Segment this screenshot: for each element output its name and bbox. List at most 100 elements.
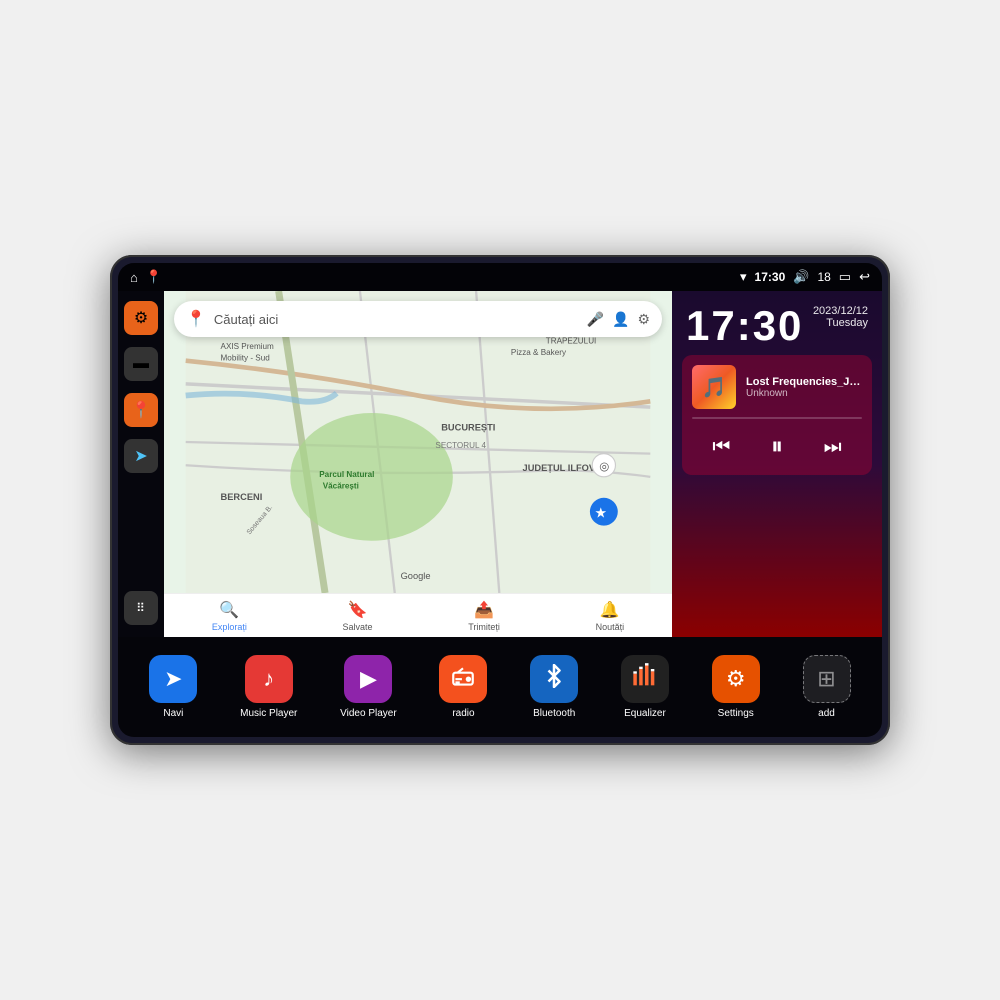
svg-text:◎: ◎ xyxy=(599,460,609,473)
contribute-label: Trimiteți xyxy=(468,622,500,632)
clock-date: 2023/12/12 xyxy=(813,305,868,317)
wifi-icon: ▾ xyxy=(740,269,747,285)
app-dock: ➤ Navi ♪ Music Player ▶ Video Player xyxy=(118,637,882,737)
music-player-label: Music Player xyxy=(240,708,297,719)
music-player-widget: 🎵 Lost Frequencies_Janie... Unknown ⏮ ⏸ … xyxy=(682,355,872,475)
svg-text:JUDEȚUL ILFOV: JUDEȚUL ILFOV xyxy=(523,463,596,473)
music-controls: ⏮ ⏸ ⏭ xyxy=(692,429,862,465)
app-bluetooth[interactable]: Bluetooth xyxy=(530,655,578,719)
navigation-icon: ➤ xyxy=(134,446,147,466)
car-head-unit: ⌂ 📍 ▾ 17:30 🔊 18 ▭ ↩ ⚙ ▬ 📍 xyxy=(110,255,890,745)
map-container[interactable]: 📍 Căutați aici 🎤 👤 ⚙ xyxy=(164,291,672,593)
music-info: Lost Frequencies_Janie... Unknown xyxy=(746,376,862,399)
map-search-icons: 🎤 👤 ⚙ xyxy=(587,311,650,328)
app-radio[interactable]: radio xyxy=(439,655,487,719)
news-label: Noutăți xyxy=(596,622,625,632)
equalizer-label: Equalizer xyxy=(624,708,666,719)
add-icon-symbol: ⊞ xyxy=(817,666,835,692)
radio-icon-symbol xyxy=(450,664,476,695)
equalizer-icon xyxy=(621,655,669,703)
google-maps-icon: 📍 xyxy=(186,309,206,329)
sidebar-apps-button[interactable]: ⠿ xyxy=(124,591,158,625)
app-settings[interactable]: ⚙ Settings xyxy=(712,655,760,719)
svg-text:Pizza & Bakery: Pizza & Bakery xyxy=(511,348,567,357)
clock-date-info: 2023/12/12 Tuesday xyxy=(813,305,868,329)
app-equalizer[interactable]: Equalizer xyxy=(621,655,669,719)
svg-text:Google: Google xyxy=(401,571,431,581)
map-search-input[interactable]: Căutați aici xyxy=(214,312,587,327)
map-contribute-button[interactable]: 📤 Trimiteți xyxy=(468,600,500,632)
files-icon: ▬ xyxy=(133,355,149,373)
status-time: 17:30 xyxy=(755,270,786,284)
sidebar-files-button[interactable]: ▬ xyxy=(124,347,158,381)
sidebar-navigation-button[interactable]: ➤ xyxy=(124,439,158,473)
clock-day: Tuesday xyxy=(813,317,868,329)
add-label: add xyxy=(818,708,835,719)
maps-shortcut-icon[interactable]: 📍 xyxy=(146,269,162,285)
equalizer-icon-symbol xyxy=(631,662,659,697)
svg-text:★: ★ xyxy=(595,505,607,521)
clock-area: 17:30 2023/12/12 Tuesday xyxy=(672,291,882,355)
music-artist: Unknown xyxy=(746,388,862,399)
radio-icon xyxy=(439,655,487,703)
navi-label: Navi xyxy=(163,708,183,719)
home-icon[interactable]: ⌂ xyxy=(130,270,138,285)
video-player-label: Video Player xyxy=(340,708,397,719)
svg-text:Văcărești: Văcărești xyxy=(323,481,359,490)
bluetooth-label: Bluetooth xyxy=(533,708,575,719)
settings-app-icon: ⚙ xyxy=(712,655,760,703)
account-icon[interactable]: 👤 xyxy=(612,311,629,328)
sidebar-location-button[interactable]: 📍 xyxy=(124,393,158,427)
svg-text:Mobility - Sud: Mobility - Sud xyxy=(221,354,270,363)
bluetooth-icon xyxy=(530,655,578,703)
radio-label: radio xyxy=(452,708,474,719)
music-player-icon: ♪ xyxy=(245,655,293,703)
status-bar-left: ⌂ 📍 xyxy=(130,269,162,285)
svg-text:BUCUREȘTI: BUCUREȘTI xyxy=(441,422,495,432)
music-progress-bar[interactable] xyxy=(692,417,862,419)
svg-text:SECTORUL 4: SECTORUL 4 xyxy=(435,441,486,450)
clock-time: 17:30 xyxy=(686,305,803,347)
svg-text:BERCENI: BERCENI xyxy=(221,492,263,502)
microphone-icon[interactable]: 🎤 xyxy=(587,311,604,328)
sidebar-settings-button[interactable]: ⚙ xyxy=(124,301,158,335)
app-add[interactable]: ⊞ add xyxy=(803,655,851,719)
map-saved-button[interactable]: 🔖 Salvate xyxy=(343,600,373,632)
news-icon: 🔔 xyxy=(600,600,620,620)
pause-button[interactable]: ⏸ xyxy=(767,429,787,465)
album-art-image: 🎵 xyxy=(702,375,727,400)
map-search-bar[interactable]: 📍 Căutați aici 🎤 👤 ⚙ xyxy=(174,301,662,337)
volume-icon: 🔊 xyxy=(793,269,809,285)
app-music-player[interactable]: ♪ Music Player xyxy=(240,655,297,719)
explore-icon: 🔍 xyxy=(219,600,239,620)
map-explore-button[interactable]: 🔍 Explorați xyxy=(212,600,247,632)
battery-icon: ▭ xyxy=(839,269,851,285)
left-sidebar: ⚙ ▬ 📍 ➤ ⠿ xyxy=(118,291,164,637)
center-area: 📍 Căutați aici 🎤 👤 ⚙ xyxy=(164,291,672,637)
bluetooth-icon-symbol xyxy=(542,664,566,694)
music-icon-symbol: ♪ xyxy=(263,666,274,692)
svg-text:AXIS Premium: AXIS Premium xyxy=(221,342,275,351)
music-album-art: 🎵 xyxy=(692,365,736,409)
svg-text:TRAPEZULUI: TRAPEZULUI xyxy=(546,336,597,345)
back-icon[interactable]: ↩ xyxy=(859,269,870,285)
music-album-row: 🎵 Lost Frequencies_Janie... Unknown xyxy=(692,365,862,409)
app-video-player[interactable]: ▶ Video Player xyxy=(340,655,397,719)
settings-app-icon-symbol: ⚙ xyxy=(726,666,746,692)
app-navi[interactable]: ➤ Navi xyxy=(149,655,197,719)
svg-text:Parcul Natural: Parcul Natural xyxy=(319,470,374,479)
settings-label: Settings xyxy=(718,708,754,719)
saved-icon: 🔖 xyxy=(348,600,368,620)
next-track-button[interactable]: ⏭ xyxy=(820,432,846,463)
prev-track-button[interactable]: ⏮ xyxy=(708,432,734,463)
settings-dots-icon[interactable]: ⚙ xyxy=(637,311,650,328)
map-news-button[interactable]: 🔔 Noutăți xyxy=(596,600,625,632)
main-area: ⚙ ▬ 📍 ➤ ⠿ 📍 xyxy=(118,291,882,637)
apps-grid-icon: ⠿ xyxy=(136,601,146,615)
saved-label: Salvate xyxy=(343,622,373,632)
music-title: Lost Frequencies_Janie... xyxy=(746,376,862,388)
video-player-icon: ▶ xyxy=(344,655,392,703)
contribute-icon: 📤 xyxy=(474,600,494,620)
video-icon-symbol: ▶ xyxy=(360,666,377,692)
navi-icon: ➤ xyxy=(149,655,197,703)
